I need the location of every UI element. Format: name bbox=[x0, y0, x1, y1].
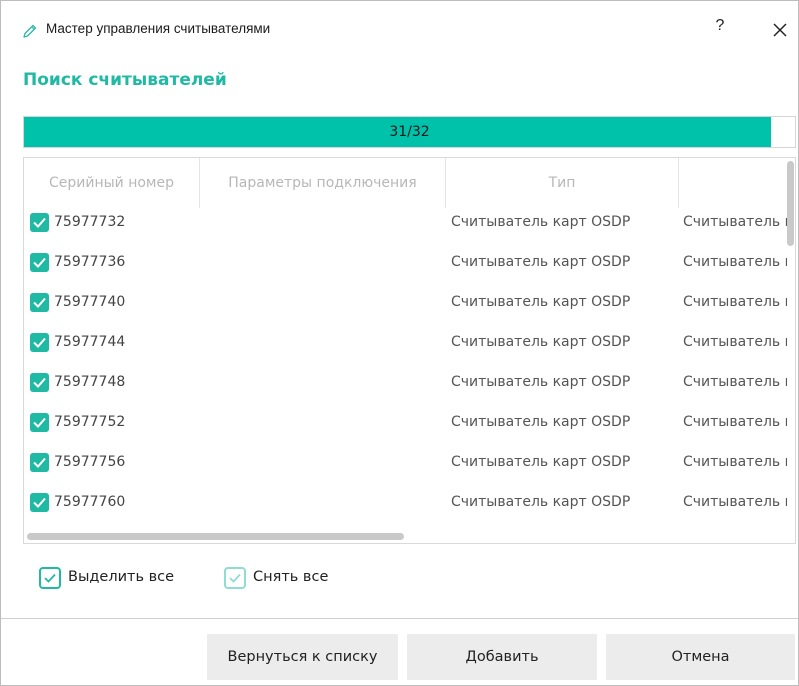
page-title: Поиск считывателей bbox=[23, 70, 227, 90]
help-button[interactable]: ? bbox=[710, 17, 730, 41]
reader-type-cell: Считыватель карт OSDP bbox=[451, 374, 631, 390]
reader-type-cell: Считыватель карт OSDP bbox=[451, 254, 631, 270]
horizontal-scrollbar[interactable] bbox=[27, 533, 404, 540]
serial-number-cell: 75977736 bbox=[54, 254, 126, 270]
reader-type-extra-cell: Считыватель карт OSDP bbox=[683, 254, 787, 270]
reader-type-cell: Считыватель карт OSDP bbox=[451, 294, 631, 310]
reader-type-extra-cell: Считыватель карт OSDP bbox=[683, 454, 787, 470]
progress-bar: 31/32 bbox=[23, 116, 796, 148]
table-row[interactable]: 75977748 Считыватель карт OSDP Считыватель… bbox=[24, 362, 795, 402]
connection-params-cell bbox=[200, 282, 446, 322]
connection-params-cell bbox=[200, 242, 446, 282]
row-checkbox[interactable] bbox=[30, 493, 49, 512]
table-row[interactable]: 75977744 Считыватель карт OSDP Считыватель… bbox=[24, 322, 795, 362]
reader-wizard-window: Мастер управления считывателями ? Поиск … bbox=[0, 0, 799, 686]
serial-number-cell: 75977748 bbox=[54, 374, 126, 390]
serial-number-cell: 75977740 bbox=[54, 294, 126, 310]
readers-table[interactable]: Серийный номер Параметры подключения Тип… bbox=[23, 157, 796, 544]
table-header: Серийный номер Параметры подключения Тип bbox=[24, 158, 795, 208]
row-checkbox[interactable] bbox=[30, 373, 49, 392]
footer-divider bbox=[1, 618, 798, 619]
reader-type-extra-cell: Считыватель карт OSDP bbox=[683, 374, 787, 390]
back-to-list-button[interactable]: Вернуться к списку bbox=[207, 634, 398, 680]
reader-type-extra-cell: Считыватель карт OSDP bbox=[683, 414, 787, 430]
serial-number-cell: 75977756 bbox=[54, 454, 126, 470]
reader-type-cell: Считыватель карт OSDP bbox=[451, 454, 631, 470]
connection-params-cell bbox=[200, 482, 446, 522]
column-header-extra[interactable] bbox=[679, 158, 795, 208]
reader-type-extra-cell: Считыватель карт OSDP bbox=[683, 214, 787, 230]
add-button[interactable]: Добавить bbox=[407, 634, 597, 680]
reader-type-cell: Считыватель карт OSDP bbox=[451, 494, 631, 510]
reader-type-extra-cell: Считыватель карт OSDP bbox=[683, 294, 787, 310]
connection-params-cell bbox=[200, 402, 446, 442]
column-header-serial[interactable]: Серийный номер bbox=[24, 158, 200, 208]
connection-params-cell bbox=[200, 202, 446, 242]
column-header-params[interactable]: Параметры подключения bbox=[200, 158, 446, 208]
pencil-icon bbox=[22, 23, 38, 39]
serial-number-cell: 75977760 bbox=[54, 494, 126, 510]
cancel-button[interactable]: Отмена bbox=[606, 634, 795, 680]
row-checkbox[interactable] bbox=[30, 293, 49, 312]
row-checkbox[interactable] bbox=[30, 333, 49, 352]
vertical-scrollbar[interactable] bbox=[787, 161, 794, 246]
table-row[interactable]: 75977732 Считыватель карт OSDP Считыватель… bbox=[24, 202, 795, 242]
connection-params-cell bbox=[200, 362, 446, 402]
connection-params-cell bbox=[200, 322, 446, 362]
table-row[interactable]: 75977736 Считыватель карт OSDP Считыватель… bbox=[24, 242, 795, 282]
table-row[interactable]: 75977756 Считыватель карт OSDP Считыватель… bbox=[24, 442, 795, 482]
deselect-all-label: Снять все bbox=[253, 569, 329, 585]
table-row[interactable]: 75977752 Считыватель карт OSDP Считыватель… bbox=[24, 402, 795, 442]
reader-type-extra-cell: Считыватель карт OSDP bbox=[683, 494, 787, 510]
table-row[interactable]: 75977740 Считыватель карт OSDP Считыватель… bbox=[24, 282, 795, 322]
reader-type-cell: Считыватель карт OSDP bbox=[451, 334, 631, 350]
reader-type-cell: Считыватель карт OSDP bbox=[451, 214, 631, 230]
select-all-label: Выделить все bbox=[68, 569, 175, 585]
checkbox-icon bbox=[39, 567, 61, 589]
window-title: Мастер управления считывателями bbox=[46, 21, 271, 36]
serial-number-cell: 75977732 bbox=[54, 214, 126, 230]
connection-params-cell bbox=[200, 442, 446, 482]
column-header-type[interactable]: Тип bbox=[446, 158, 679, 208]
row-checkbox[interactable] bbox=[30, 253, 49, 272]
row-checkbox[interactable] bbox=[30, 413, 49, 432]
reader-type-extra-cell: Считыватель карт OSDP bbox=[683, 334, 787, 350]
reader-type-cell: Считыватель карт OSDP bbox=[451, 414, 631, 430]
row-checkbox[interactable] bbox=[30, 213, 49, 232]
row-checkbox[interactable] bbox=[30, 453, 49, 472]
table-row[interactable]: 75977760 Считыватель карт OSDP Считыватель… bbox=[24, 482, 795, 522]
close-icon[interactable] bbox=[767, 17, 793, 43]
serial-number-cell: 75977744 bbox=[54, 334, 126, 350]
title-bar: Мастер управления считывателями ? bbox=[1, 1, 798, 59]
checkbox-icon bbox=[224, 567, 246, 589]
serial-number-cell: 75977752 bbox=[54, 414, 126, 430]
progress-text: 31/32 bbox=[389, 124, 430, 140]
